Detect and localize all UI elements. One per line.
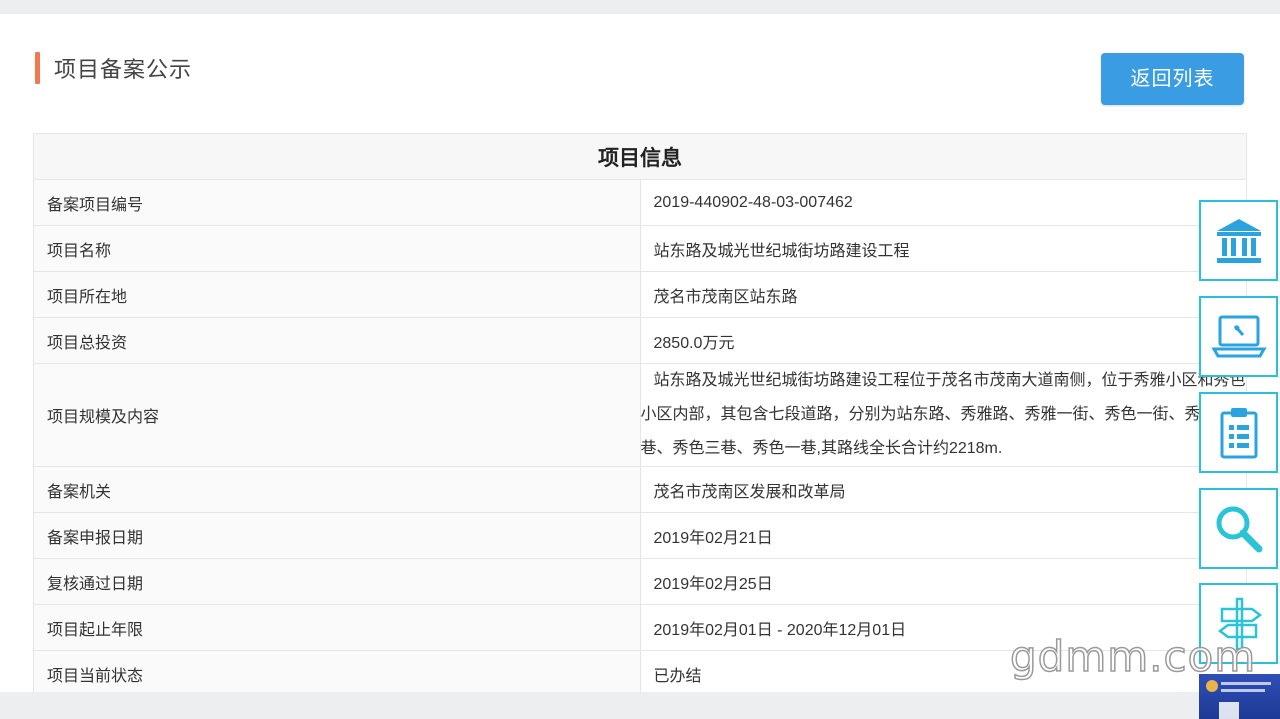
search-icon [1216,506,1262,552]
row-value: 站东路及城光世纪城街坊路建设工程 [639,225,1247,272]
table-row: 备案申报日期 2019年02月21日 [33,512,1247,559]
table-row: 项目名称 站东路及城光世纪城街坊路建设工程 [33,225,1247,272]
row-label: 备案机关 [33,466,641,513]
row-value: 2019-440902-48-03-007462 [639,179,1247,226]
promo-banner-thumbnail[interactable] [1199,674,1280,719]
row-label: 复核通过日期 [33,558,641,605]
page-title: 项目备案公示 [54,57,193,82]
banner-headline-block [1219,702,1239,719]
side-nav-online-service-button[interactable] [1199,296,1278,377]
table-row: 备案机关 茂名市茂南区发展和改革局 [33,466,1247,513]
government-building-icon [1216,218,1261,263]
page-footer-gap [0,692,1199,719]
row-label: 项目当前状态 [33,650,641,697]
row-value: 站东路及城光世纪城街坊路建设工程位于茂名市茂南大道南侧，位于秀雅小区和秀色小区内… [639,363,1247,467]
row-label: 备案项目编号 [33,179,641,226]
row-label: 项目起止年限 [33,604,641,651]
table-heading: 项目信息 [33,133,1247,180]
row-value: 茂名市茂南区站东路 [639,271,1247,318]
row-label: 项目总投资 [33,317,641,364]
title-accent-bar [35,52,40,84]
row-value: 茂名市茂南区发展和改革局 [639,466,1247,513]
table-row: 项目总投资 2850.0万元 [33,317,1247,364]
row-label: 项目所在地 [33,271,641,318]
row-label: 项目名称 [33,225,641,272]
row-value: 2850.0万元 [639,317,1247,364]
project-info-table: 项目信息 备案项目编号 2019-440902-48-03-007462 项目名… [33,133,1247,697]
banner-text-line [1221,682,1271,685]
laptop-icon [1210,315,1267,357]
row-label: 备案申报日期 [33,512,641,559]
row-label: 项目规模及内容 [33,363,641,467]
side-nav-search-button[interactable] [1199,488,1278,569]
national-emblem-icon [1206,680,1218,692]
side-nav-government-button[interactable] [1199,200,1278,281]
banner-text-line [1221,689,1265,692]
table-row: 备案项目编号 2019-440902-48-03-007462 [33,179,1247,226]
table-row: 复核通过日期 2019年02月25日 [33,558,1247,605]
table-row: 项目所在地 茂名市茂南区站东路 [33,271,1247,318]
table-row: 项目规模及内容 站东路及城光世纪城街坊路建设工程位于茂名市茂南大道南侧，位于秀雅… [33,363,1247,467]
side-nav-clipboard-button[interactable] [1199,392,1278,473]
row-value: 2019年02月21日 [639,512,1247,559]
clipboard-icon [1220,407,1257,458]
row-value: 2019年02月25日 [639,558,1247,605]
back-to-list-button[interactable]: 返回列表 [1101,53,1244,105]
